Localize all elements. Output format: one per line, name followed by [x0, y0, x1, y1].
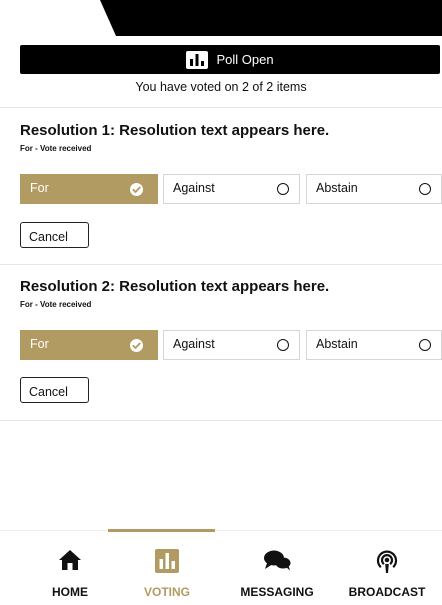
divider [0, 420, 442, 421]
voted-summary: You have voted on 2 of 2 items [135, 80, 307, 94]
radio-unselected-icon [419, 183, 431, 195]
poll-status-label: Poll Open [216, 52, 274, 67]
vote-option-label: Abstain [316, 181, 358, 195]
cancel-vote-button[interactable]: Cancel [20, 377, 89, 403]
home-icon [58, 549, 82, 576]
bar-chart-icon [186, 50, 209, 69]
header-edge [0, 0, 442, 36]
header-wedge [100, 0, 442, 36]
chat-bubbles-icon [263, 549, 291, 576]
vote-option-for[interactable]: For [20, 330, 158, 360]
check-circle-icon [130, 183, 143, 196]
radio-unselected-icon [277, 183, 289, 195]
resolution-2: Resolution 2: Resolution text appears he… [0, 278, 442, 418]
vote-option-abstain[interactable]: Abstain [306, 174, 442, 204]
nav-label: BROADCAST [348, 585, 426, 599]
vote-option-against[interactable]: Against [163, 174, 300, 204]
vote-option-against[interactable]: Against [163, 330, 300, 360]
nav-label: HOME [52, 585, 88, 599]
divider [0, 107, 442, 108]
cancel-vote-button[interactable]: Cancel [20, 222, 89, 248]
podcast-icon [375, 549, 399, 580]
bottom-nav: HOME VOTING MESSAGING BROADCAST [0, 529, 442, 605]
resolution-1: Resolution 1: Resolution text appears he… [0, 122, 442, 262]
check-circle-icon [130, 339, 143, 352]
vote-option-label: Against [173, 181, 215, 195]
divider [0, 264, 442, 265]
vote-option-label: For [30, 181, 49, 195]
nav-item-broadcast[interactable]: BROADCAST [332, 531, 442, 605]
vote-option-label: For [30, 337, 49, 351]
radio-unselected-icon [277, 339, 289, 351]
resolution-title: Resolution 1: Resolution text appears he… [20, 122, 330, 139]
resolution-vote-status: For - Vote received [20, 300, 92, 309]
resolution-vote-status: For - Vote received [20, 144, 92, 153]
bar-chart-icon [155, 549, 179, 578]
radio-unselected-icon [419, 339, 431, 351]
vote-option-for[interactable]: For [20, 174, 158, 204]
nav-item-messaging[interactable]: MESSAGING [222, 531, 332, 605]
nav-item-voting[interactable]: VOTING [112, 531, 222, 605]
vote-option-label: Against [173, 337, 215, 351]
nav-label: MESSAGING [240, 585, 314, 599]
nav-label: VOTING [143, 585, 190, 599]
vote-option-abstain[interactable]: Abstain [306, 330, 442, 360]
nav-item-home[interactable]: HOME [15, 531, 125, 605]
vote-option-label: Abstain [316, 337, 358, 351]
resolution-title: Resolution 2: Resolution text appears he… [20, 278, 330, 295]
poll-status-banner: Poll Open [20, 45, 440, 74]
